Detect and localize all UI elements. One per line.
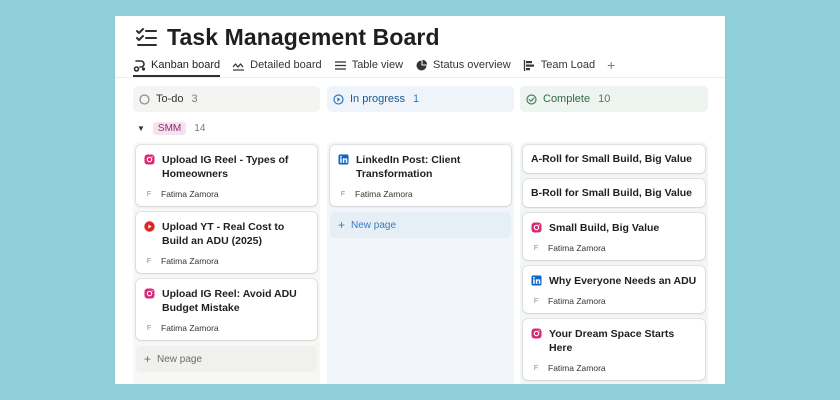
task-card[interactable]: Upload IG Reel: Avoid ADU Budget Mistake…: [136, 279, 317, 340]
instagram-icon: [531, 328, 542, 339]
group-row-smm[interactable]: ▼ SMM 14: [137, 120, 205, 136]
assignee: F Fatima Zamora: [144, 323, 309, 333]
group-tag: SMM: [152, 121, 187, 135]
new-page-label: New page: [157, 353, 203, 365]
card-title: Upload YT - Real Cost to Build an ADU (2…: [162, 221, 285, 247]
youtube-icon: [144, 221, 155, 232]
avatar: F: [146, 324, 152, 332]
instagram-icon: [144, 288, 155, 299]
tab-detailed-board[interactable]: Detailed board: [232, 54, 322, 76]
check-circle-icon: [526, 93, 537, 105]
assignee-name: Fatima Zamora: [161, 256, 219, 266]
tab-label: Team Load: [540, 59, 596, 71]
tab-label: Kanban board: [151, 59, 221, 71]
empty-circle-icon: [139, 93, 150, 105]
assignee-name: Fatima Zamora: [548, 243, 606, 253]
column-header-todo[interactable]: To-do 3: [133, 86, 320, 112]
task-card[interactable]: A-Roll for Small Build, Big Value: [523, 145, 705, 173]
card-title: Upload IG Reel: Avoid ADU Budget Mistake: [162, 288, 297, 314]
task-card[interactable]: LinkedIn Post: Client Transformation F F…: [330, 145, 511, 206]
tab-kanban-board[interactable]: Kanban board: [133, 54, 220, 76]
assignee-name: Fatima Zamora: [548, 296, 606, 306]
column-label: In progress: [350, 93, 406, 105]
task-card[interactable]: B-Roll for Small Build, Big Value: [523, 179, 705, 207]
plus-icon: +: [338, 218, 346, 232]
new-page-label: New page: [351, 219, 397, 231]
assignee: F Fatima Zamora: [338, 189, 503, 199]
bar-chart-icon: [523, 59, 534, 71]
board-page: Task Management Board Kanban board Detai…: [115, 16, 725, 384]
card-title: Small Build, Big Value: [549, 222, 660, 234]
task-card[interactable]: Upload YT - Real Cost to Build an ADU (2…: [136, 212, 317, 273]
avatar: F: [533, 244, 539, 252]
page-title: Task Management Board: [167, 23, 440, 50]
assignee: F Fatima Zamora: [531, 363, 697, 373]
avatar: F: [340, 190, 346, 198]
plus-icon: +: [144, 352, 152, 366]
avatar: F: [146, 257, 152, 265]
card-title: B-Roll for Small Build, Big Value: [531, 187, 693, 199]
avatar: F: [533, 297, 539, 305]
lane-complete: A-Roll for Small Build, Big Value B-Roll…: [520, 142, 708, 384]
avatar: F: [533, 364, 539, 372]
task-card[interactable]: Small Build, Big Value F Fatima Zamora: [523, 213, 705, 260]
card-title: LinkedIn Post: Client Transformation: [356, 154, 461, 180]
task-card[interactable]: Why Everyone Needs an ADU F Fatima Zamor…: [523, 266, 705, 313]
column-count: 10: [598, 93, 611, 105]
card-title: A-Roll for Small Build, Big Value: [531, 153, 693, 165]
tab-label: Table view: [351, 59, 404, 71]
card-title: Upload IG Reel - Types of Homeowners: [162, 154, 289, 180]
title-row: Task Management Board: [135, 20, 440, 54]
column-count: 1: [413, 93, 420, 105]
task-card[interactable]: Upload IG Reel - Types of Homeowners F F…: [136, 145, 317, 206]
column-header-in-progress[interactable]: In progress 1: [327, 86, 514, 112]
assignee: F Fatima Zamora: [531, 243, 697, 253]
assignee: F Fatima Zamora: [144, 256, 309, 266]
column-label: To-do: [156, 93, 184, 105]
task-card[interactable]: Your Dream Space Starts Here F Fatima Za…: [523, 319, 705, 380]
group-count: 14: [194, 122, 206, 134]
view-tabs: Kanban board Detailed board Table view S…: [133, 54, 615, 76]
column-label: Complete: [543, 93, 591, 105]
assignee-name: Fatima Zamora: [548, 363, 606, 373]
column-count: 3: [191, 93, 198, 105]
add-view-button[interactable]: +: [607, 57, 615, 73]
tab-team-load[interactable]: Team Load: [523, 54, 595, 76]
checklist-icon: [136, 28, 157, 46]
lane-todo: Upload IG Reel - Types of Homeowners F F…: [133, 142, 320, 384]
pie-chart-icon: [416, 59, 428, 70]
instagram-icon: [144, 154, 155, 165]
avatar: F: [146, 190, 152, 198]
tab-label: Status overview: [433, 59, 511, 71]
linkedin-icon: [338, 154, 349, 165]
tab-status-overview[interactable]: Status overview: [415, 54, 511, 76]
new-page-button[interactable]: + New page: [136, 346, 317, 372]
linkedin-icon: [531, 275, 542, 286]
lane-in-progress: LinkedIn Post: Client Transformation F F…: [327, 142, 514, 384]
instagram-icon: [531, 222, 542, 233]
table-icon: [334, 60, 346, 70]
new-page-button[interactable]: + New page: [330, 212, 511, 238]
tab-label: Detailed board: [250, 59, 322, 71]
card-title: Your Dream Space Starts Here: [549, 328, 675, 354]
card-title: Why Everyone Needs an ADU: [549, 275, 697, 287]
column-header-complete[interactable]: Complete 10: [520, 86, 708, 112]
wave-icon: [232, 62, 245, 71]
play-circle-icon: [333, 93, 344, 105]
assignee: F Fatima Zamora: [144, 189, 309, 199]
caret-down-icon[interactable]: ▼: [137, 124, 145, 133]
assignee-name: Fatima Zamora: [161, 189, 219, 199]
tab-table-view[interactable]: Table view: [334, 54, 403, 76]
assignee: F Fatima Zamora: [531, 296, 697, 306]
assignee-name: Fatima Zamora: [355, 189, 413, 199]
tabs-divider: [115, 77, 725, 78]
assignee-name: Fatima Zamora: [161, 323, 219, 333]
kanban-icon: [133, 59, 146, 72]
